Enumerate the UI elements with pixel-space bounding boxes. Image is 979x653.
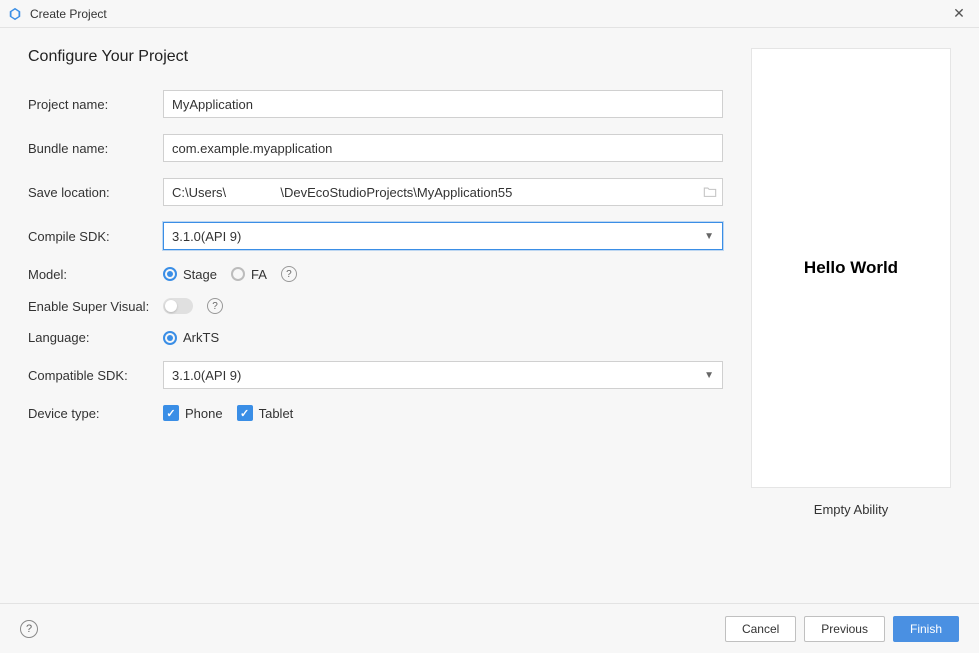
compatible-sdk-value: 3.1.0(API 9) xyxy=(172,368,241,383)
device-type-phone-checkbox[interactable]: ✓ Phone xyxy=(163,405,223,421)
project-name-label: Project name: xyxy=(28,97,163,112)
bundle-name-label: Bundle name: xyxy=(28,141,163,156)
device-tablet-label: Tablet xyxy=(259,406,294,421)
compile-sdk-value: 3.1.0(API 9) xyxy=(172,229,241,244)
form-area: Configure Your Project Project name: Bun… xyxy=(28,48,723,517)
language-radio-arkts[interactable]: ArkTS xyxy=(163,330,219,345)
device-type-label: Device type: xyxy=(28,406,163,421)
cancel-button[interactable]: Cancel xyxy=(725,616,796,642)
footer: ? Cancel Previous Finish xyxy=(0,603,979,653)
save-location-input[interactable] xyxy=(163,178,723,206)
device-type-tablet-checkbox[interactable]: ✓ Tablet xyxy=(237,405,294,421)
compile-sdk-select[interactable]: 3.1.0(API 9) ▼ xyxy=(163,222,723,250)
chevron-down-icon: ▼ xyxy=(704,370,714,381)
save-location-label: Save location: xyxy=(28,185,163,200)
preview-box: Hello World xyxy=(751,48,951,488)
chevron-down-icon: ▼ xyxy=(704,231,714,242)
help-icon[interactable]: ? xyxy=(20,620,38,638)
app-logo-icon xyxy=(8,7,22,21)
finish-button[interactable]: Finish xyxy=(893,616,959,642)
super-visual-toggle[interactable] xyxy=(163,298,193,314)
help-icon[interactable]: ? xyxy=(207,298,223,314)
compatible-sdk-select[interactable]: 3.1.0(API 9) ▼ xyxy=(163,361,723,389)
language-label: Language: xyxy=(28,330,163,345)
device-phone-label: Phone xyxy=(185,406,223,421)
preview-label: Empty Ability xyxy=(814,502,888,517)
compatible-sdk-label: Compatible SDK: xyxy=(28,368,163,383)
page-title: Configure Your Project xyxy=(28,48,723,66)
previous-button[interactable]: Previous xyxy=(804,616,885,642)
help-icon[interactable]: ? xyxy=(281,266,297,282)
model-fa-label: FA xyxy=(251,267,267,282)
language-arkts-label: ArkTS xyxy=(183,330,219,345)
model-stage-label: Stage xyxy=(183,267,217,282)
model-radio-fa[interactable]: FA xyxy=(231,267,267,282)
folder-icon[interactable] xyxy=(703,185,717,199)
project-name-input[interactable] xyxy=(163,90,723,118)
window-title: Create Project xyxy=(30,7,947,21)
title-bar: Create Project ✕ xyxy=(0,0,979,28)
model-radio-stage[interactable]: Stage xyxy=(163,267,217,282)
preview-area: Hello World Empty Ability xyxy=(751,48,951,517)
compile-sdk-label: Compile SDK: xyxy=(28,229,163,244)
bundle-name-input[interactable] xyxy=(163,134,723,162)
model-label: Model: xyxy=(28,267,163,282)
preview-content: Hello World xyxy=(804,258,898,278)
close-icon[interactable]: ✕ xyxy=(947,5,971,22)
super-visual-label: Enable Super Visual: xyxy=(28,299,163,314)
